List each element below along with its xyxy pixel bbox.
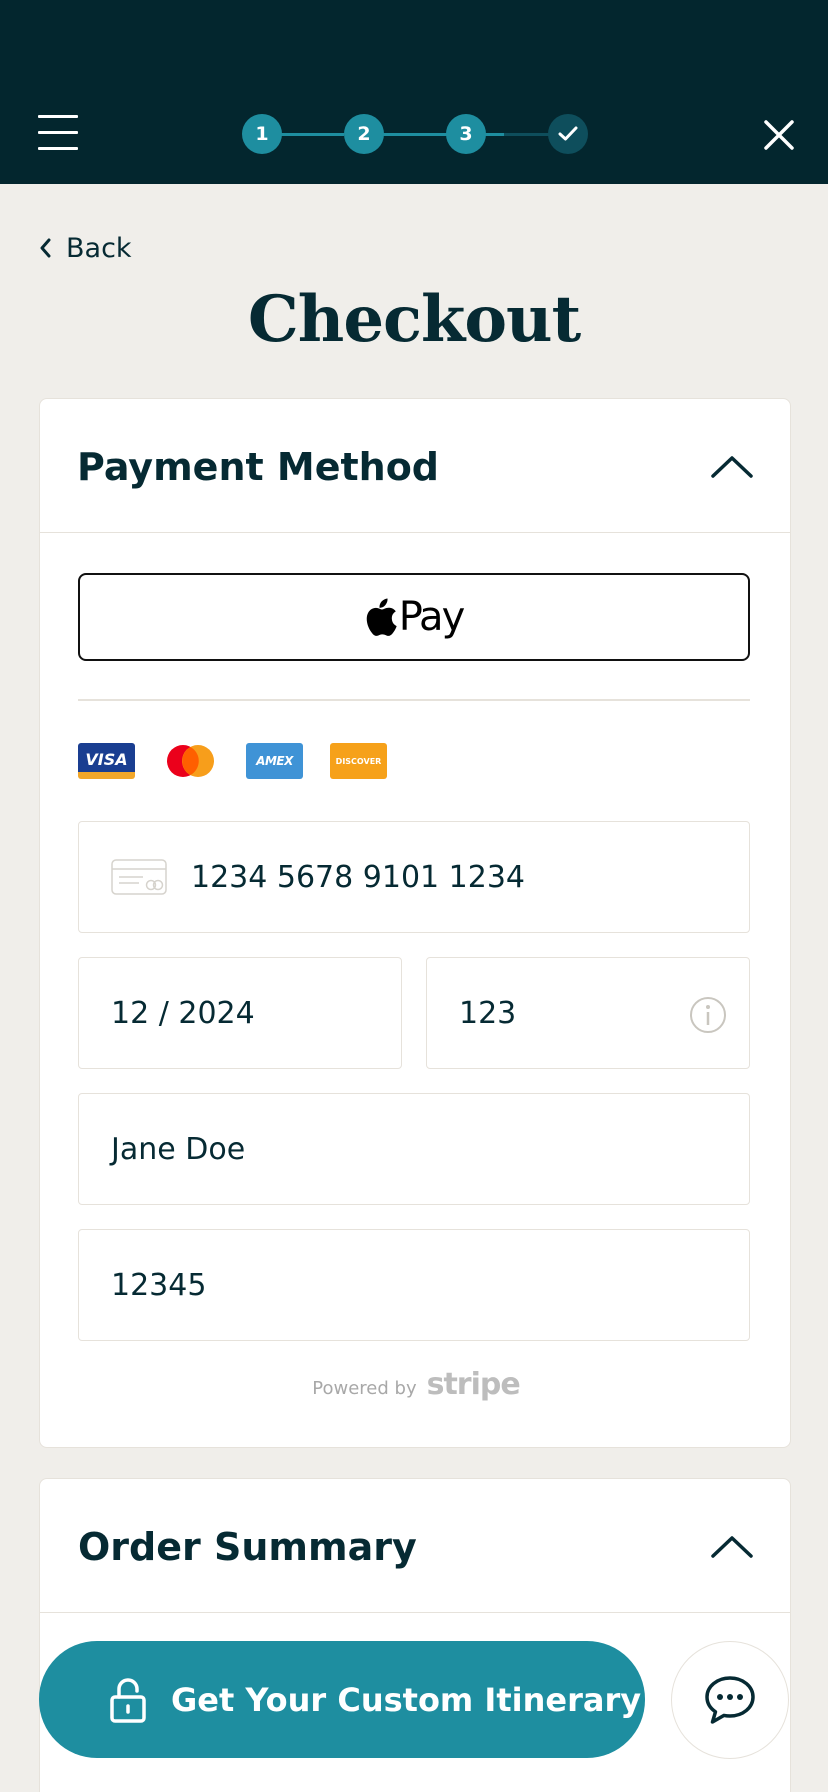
credit-card-icon (111, 859, 167, 895)
cvc-value: 123 (459, 995, 517, 1031)
payment-method-card: Payment Method Pay VISA AMEX DISCOVER 12… (39, 398, 791, 1448)
card-number-value: 1234 5678 9101 1234 (191, 859, 525, 895)
visa-label: VISA (85, 749, 128, 769)
step-connector-pending (504, 133, 552, 136)
payment-method-title: Payment Method (77, 445, 440, 489)
top-bar: 1 2 3 (0, 0, 828, 184)
payment-method-header[interactable]: Payment Method (40, 399, 790, 533)
visa-logo-icon: VISA (78, 743, 135, 779)
visa-band-bottom (78, 772, 135, 779)
card-number-field[interactable]: 1234 5678 9101 1234 (78, 821, 750, 933)
chat-button[interactable] (671, 1641, 789, 1759)
expiry-field[interactable]: 12 / 2024 (78, 957, 402, 1069)
chevron-left-icon (40, 238, 51, 258)
mastercard-logo-icon (162, 743, 219, 779)
expiry-value: 12 / 2024 (111, 995, 255, 1031)
page-title: Checkout (247, 282, 581, 357)
step-2: 2 (344, 114, 384, 154)
amex-logo-icon: AMEX (246, 743, 303, 779)
zip-code-field[interactable]: 12345 (78, 1229, 750, 1341)
zip-code-value: 12345 (111, 1267, 207, 1303)
get-itinerary-button[interactable]: Get Your Custom Itinerary (39, 1641, 645, 1758)
get-itinerary-label: Get Your Custom Itinerary (171, 1680, 642, 1719)
powered-by-stripe: Powered by stripe (40, 1367, 792, 1402)
cvc-field[interactable]: 123 (426, 957, 750, 1069)
discover-label: DISCOVER (335, 756, 382, 766)
unlock-icon (110, 1677, 146, 1723)
stripe-logo: stripe (426, 1367, 521, 1402)
step-connector (276, 133, 344, 136)
check-icon (558, 126, 578, 141)
progress-steps: 1 2 3 (0, 0, 828, 184)
chevron-up-icon[interactable] (710, 451, 754, 481)
step-connector (380, 133, 448, 136)
step-connector (484, 133, 504, 136)
apple-pay-button[interactable]: Pay (78, 573, 750, 661)
apple-logo-icon (366, 598, 397, 636)
step-1: 1 (242, 114, 282, 154)
close-icon[interactable] (762, 118, 796, 152)
apple-pay-label: Pay (398, 594, 466, 640)
powered-by-label: Powered by (312, 1378, 417, 1399)
order-summary-header[interactable]: Order Summary (40, 1479, 790, 1613)
back-link[interactable]: Back (38, 230, 132, 266)
cardholder-name-value: Jane Doe (111, 1131, 246, 1167)
step-3: 3 (446, 114, 486, 154)
card-brands: VISA AMEX DISCOVER (78, 743, 387, 779)
divider (78, 699, 750, 701)
amex-label: AMEX (256, 754, 293, 768)
mastercard-circles (167, 745, 214, 777)
order-summary-title: Order Summary (78, 1525, 417, 1569)
discover-logo-icon: DISCOVER (330, 743, 387, 779)
step-final (548, 114, 588, 154)
cardholder-name-field[interactable]: Jane Doe (78, 1093, 750, 1205)
chat-bubble-icon (705, 1676, 755, 1724)
info-icon[interactable] (689, 996, 727, 1034)
back-label: Back (66, 232, 132, 264)
chevron-up-icon[interactable] (710, 1531, 754, 1561)
